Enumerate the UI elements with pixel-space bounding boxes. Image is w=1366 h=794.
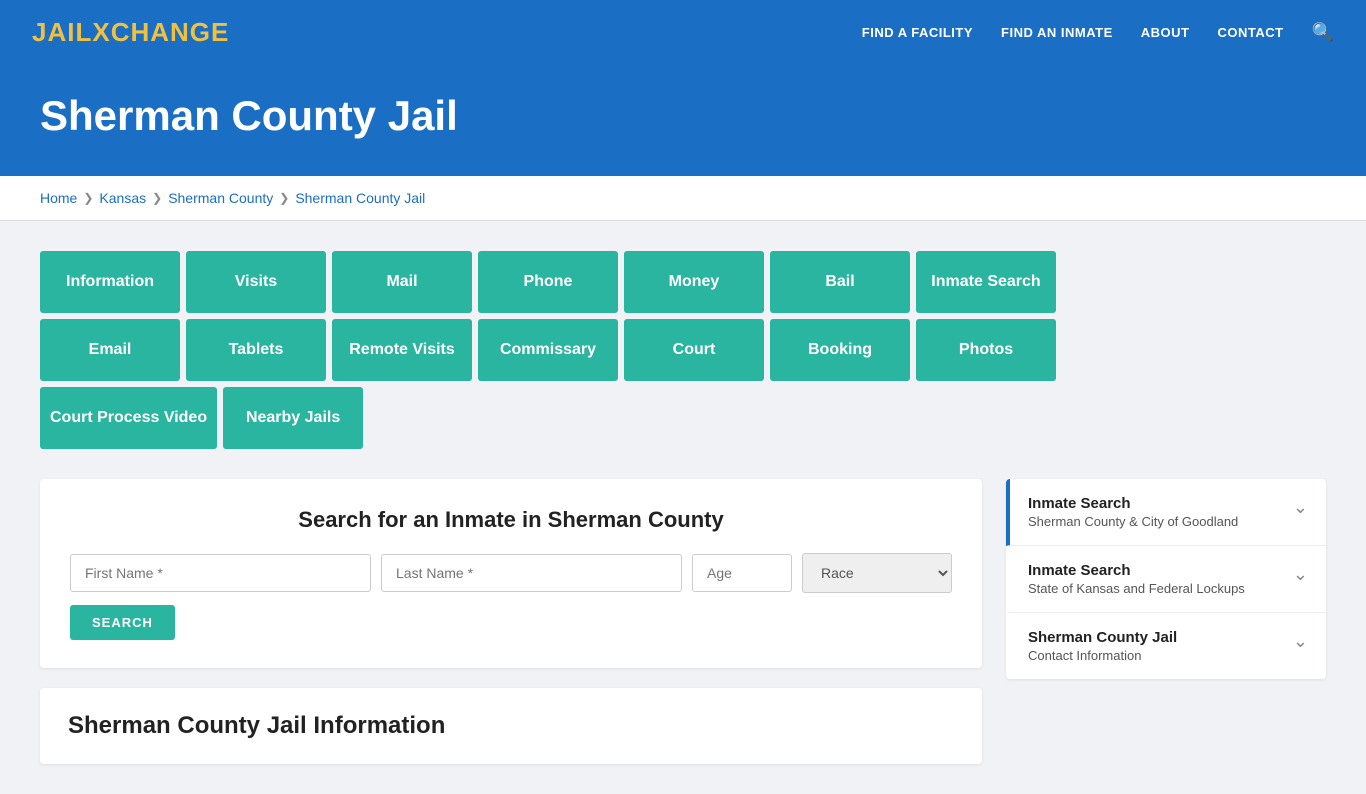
btn-email[interactable]: Email <box>40 319 180 381</box>
site-header: JAILXCHANGE FIND A FACILITY FIND AN INMA… <box>0 0 1366 64</box>
btn-information[interactable]: Information <box>40 251 180 313</box>
btn-remote-visits[interactable]: Remote Visits <box>332 319 472 381</box>
content-area: Search for an Inmate in Sherman County R… <box>40 479 1326 764</box>
chevron-down-icon-1: ⌄ <box>1293 564 1308 585</box>
search-form: Race White Black Hispanic Asian Other <box>70 553 952 593</box>
logo-x: X <box>92 17 110 47</box>
main-nav: FIND A FACILITY FIND AN INMATE ABOUT CON… <box>862 22 1334 43</box>
right-sidebar: Inmate Search Sherman County & City of G… <box>1006 479 1326 679</box>
last-name-input[interactable] <box>381 554 682 592</box>
logo-exchange: CHANGE <box>111 17 230 47</box>
sidebar-card: Inmate Search Sherman County & City of G… <box>1006 479 1326 679</box>
btn-inmate-search[interactable]: Inmate Search <box>916 251 1056 313</box>
breadcrumb-current: Sherman County Jail <box>295 190 425 206</box>
btn-phone[interactable]: Phone <box>478 251 618 313</box>
age-input[interactable] <box>692 554 792 592</box>
sidebar-item-2-text: Sherman County Jail Contact Information <box>1028 629 1177 663</box>
sidebar-item-1-subtitle: State of Kansas and Federal Lockups <box>1028 581 1245 596</box>
nav-buttons-grid: Information Visits Mail Phone Money Bail… <box>40 251 1140 449</box>
btn-nearby-jails[interactable]: Nearby Jails <box>223 387 363 449</box>
jail-info-title: Sherman County Jail Information <box>68 712 954 740</box>
sidebar-item-0-text: Inmate Search Sherman County & City of G… <box>1028 495 1238 529</box>
jail-info-section: Sherman County Jail Information <box>40 688 982 764</box>
sidebar-item-0-title: Inmate Search <box>1028 495 1238 512</box>
nav-find-facility[interactable]: FIND A FACILITY <box>862 25 973 40</box>
nav-contact[interactable]: CONTACT <box>1217 25 1283 40</box>
btn-booking[interactable]: Booking <box>770 319 910 381</box>
btn-tablets[interactable]: Tablets <box>186 319 326 381</box>
search-submit-button[interactable]: SEARCH <box>70 605 175 640</box>
breadcrumb-kansas[interactable]: Kansas <box>99 190 146 206</box>
sidebar-item-2-title: Sherman County Jail <box>1028 629 1177 646</box>
sidebar-item-1[interactable]: Inmate Search State of Kansas and Federa… <box>1006 546 1326 613</box>
sidebar-item-0[interactable]: Inmate Search Sherman County & City of G… <box>1006 479 1326 546</box>
breadcrumb: Home ❯ Kansas ❯ Sherman County ❯ Sherman… <box>40 190 1326 206</box>
inmate-search-title: Search for an Inmate in Sherman County <box>70 507 952 533</box>
breadcrumb-sherman-county[interactable]: Sherman County <box>168 190 273 206</box>
chevron-down-icon-2: ⌄ <box>1293 631 1308 652</box>
page-title: Sherman County Jail <box>40 92 1326 140</box>
btn-court[interactable]: Court <box>624 319 764 381</box>
site-logo[interactable]: JAILXCHANGE <box>32 17 229 48</box>
btn-mail[interactable]: Mail <box>332 251 472 313</box>
logo-jail: JAIL <box>32 17 92 47</box>
sidebar-item-2-subtitle: Contact Information <box>1028 648 1177 663</box>
sidebar-item-1-text: Inmate Search State of Kansas and Federa… <box>1028 562 1245 596</box>
breadcrumb-bar: Home ❯ Kansas ❯ Sherman County ❯ Sherman… <box>0 176 1366 221</box>
first-name-input[interactable] <box>70 554 371 592</box>
nav-about[interactable]: ABOUT <box>1141 25 1190 40</box>
breadcrumb-sep-3: ❯ <box>279 191 289 205</box>
btn-court-process-video[interactable]: Court Process Video <box>40 387 217 449</box>
btn-money[interactable]: Money <box>624 251 764 313</box>
header-search-button[interactable]: 🔍 <box>1312 22 1334 43</box>
btn-visits[interactable]: Visits <box>186 251 326 313</box>
race-select[interactable]: Race White Black Hispanic Asian Other <box>802 553 952 593</box>
nav-find-inmate[interactable]: FIND AN INMATE <box>1001 25 1113 40</box>
sidebar-item-1-title: Inmate Search <box>1028 562 1245 579</box>
breadcrumb-sep-1: ❯ <box>83 191 93 205</box>
sidebar-item-0-subtitle: Sherman County & City of Goodland <box>1028 514 1238 529</box>
btn-bail[interactable]: Bail <box>770 251 910 313</box>
sidebar-item-2[interactable]: Sherman County Jail Contact Information … <box>1006 613 1326 679</box>
left-panel: Search for an Inmate in Sherman County R… <box>40 479 982 764</box>
breadcrumb-sep-2: ❯ <box>152 191 162 205</box>
hero-section: Sherman County Jail <box>0 64 1366 176</box>
chevron-down-icon-0: ⌄ <box>1293 497 1308 518</box>
breadcrumb-home[interactable]: Home <box>40 190 77 206</box>
btn-commissary[interactable]: Commissary <box>478 319 618 381</box>
btn-photos[interactable]: Photos <box>916 319 1056 381</box>
main-content: Information Visits Mail Phone Money Bail… <box>0 221 1366 794</box>
inmate-search-box: Search for an Inmate in Sherman County R… <box>40 479 982 668</box>
